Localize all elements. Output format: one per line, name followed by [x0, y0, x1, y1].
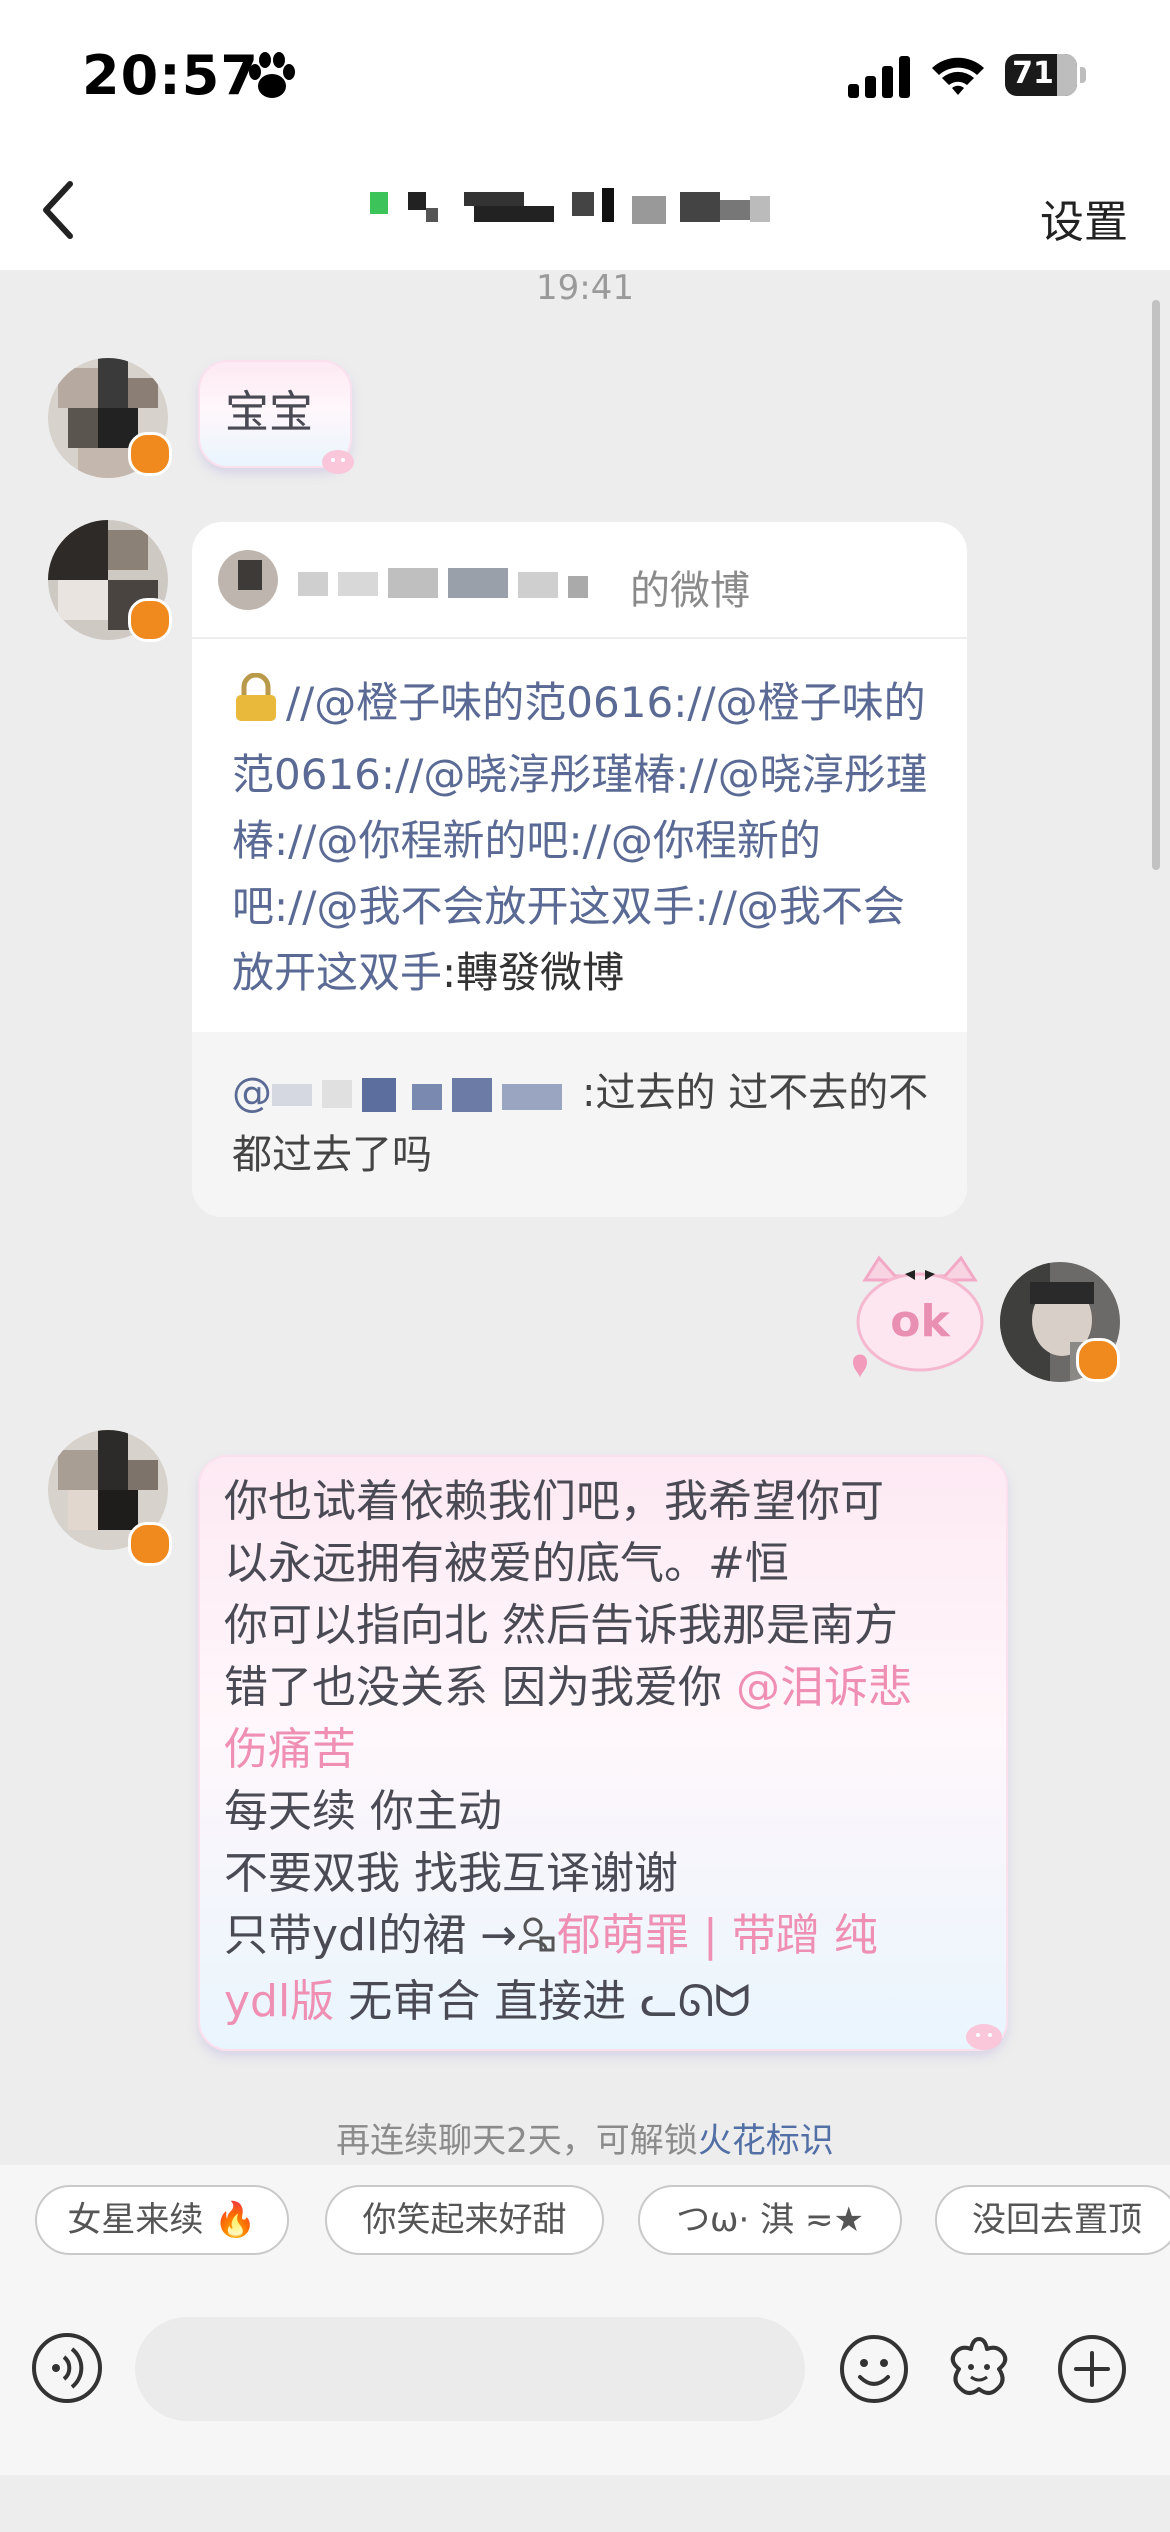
shared-card-footer: @ :过去的 过不去的不都过去了吗 — [192, 1032, 967, 1217]
quick-reply-chip[interactable]: 你笑起来好甜 — [325, 2185, 604, 2255]
message-line: 无审合 直接进 ᓚᘏᗢ — [334, 1976, 751, 2027]
add-icon[interactable] — [1056, 2333, 1128, 2405]
sticker-icon[interactable] — [943, 2333, 1015, 2405]
avatar — [218, 550, 278, 610]
mention-name-censored — [272, 1078, 562, 1112]
sticker-decoration-icon — [322, 450, 354, 474]
shared-card-body: //@橙子味的范0616://@橙子味的范0616://@晓淳彤瑾椿://@晓淳… — [232, 670, 932, 1006]
verified-badge — [128, 598, 172, 642]
message-line: 以永远拥有被爱的底气。#恒 — [224, 1538, 789, 1589]
sticker-decoration-icon — [966, 2024, 1002, 2050]
ok-sticker[interactable]: ok — [845, 1250, 995, 1385]
contact-name-censored — [370, 188, 770, 224]
shared-card-header: 的微博 — [192, 522, 967, 639]
message-line: 不要双我 找我互译谢谢 — [224, 1848, 678, 1899]
shared-weibo-card[interactable]: 的微博 //@橙子味的范0616://@橙子味的范0616://@晓淳彤瑾椿:/… — [192, 522, 967, 1217]
cellular-signal-icon — [848, 56, 910, 98]
quick-reply-chip[interactable]: 没回去置顶 — [935, 2185, 1170, 2255]
voice-icon — [52, 2347, 84, 2389]
streak-hint: 再连续聊天2天，可解锁火花标识 — [0, 2113, 1170, 2162]
group-link-cont[interactable]: ydl版 — [224, 1976, 334, 2027]
mention-link-cont[interactable]: 伤痛苦 — [224, 1719, 994, 1781]
verified-badge — [1076, 1338, 1120, 1382]
author-name-censored — [298, 568, 588, 598]
streak-hint-text: 再连续聊天2天，可解锁 — [336, 2121, 698, 2161]
input-row — [0, 2295, 1170, 2445]
status-time: 20:57 — [82, 44, 259, 107]
verified-badge — [128, 432, 172, 476]
battery-level: 71 — [1012, 56, 1054, 91]
svg-text:ok: ok — [890, 1296, 951, 1347]
message-bubble[interactable]: 你也试着依赖我们吧，我希望你可 以永远拥有被爱的底气。#恒 你可以指向北 然后告… — [198, 1455, 1008, 2051]
message-line: 你可以指向北 然后告诉我那是南方 — [224, 1600, 898, 1651]
status-bar: 20:57 71 — [0, 0, 1170, 150]
message-line: 错了也没关系 因为我爱你 — [224, 1662, 736, 1713]
message-input[interactable] — [135, 2317, 805, 2421]
paw-icon — [249, 52, 295, 98]
group-icon — [517, 1909, 557, 1971]
battery-icon: 71 — [1005, 54, 1087, 98]
scrollbar[interactable] — [1152, 300, 1160, 870]
verified-badge — [128, 1522, 172, 1566]
group-link[interactable]: 郁萌罪 | 带蹭 纯 — [557, 1910, 878, 1961]
back-icon[interactable] — [30, 170, 90, 250]
spark-badge-link[interactable]: 火花标识 — [698, 2121, 834, 2161]
message-text: 你也试着依赖我们吧，我希望你可 以永远拥有被爱的底气。#恒 你可以指向北 然后告… — [224, 1471, 994, 2033]
message-line: 你也试着依赖我们吧，我希望你可 — [224, 1476, 884, 1527]
voice-input-button[interactable] — [32, 2333, 102, 2403]
quick-reply-chip[interactable]: 女星来续 🔥 — [35, 2185, 289, 2255]
quick-reply-chip[interactable]: つω· 淇 ≂★ — [638, 2185, 902, 2255]
shared-card-source: 的微博 — [630, 568, 750, 614]
message-line: 只带ydl的裙 → — [224, 1910, 518, 1961]
lock-icon — [232, 672, 280, 742]
input-panel: 女星来续 🔥 你笑起来好甜 つω· 淇 ≂★ 没回去置顶 — [0, 2165, 1170, 2475]
settings-button[interactable]: 设置 — [1040, 186, 1128, 250]
chat-header: 设置 — [0, 150, 1170, 270]
wifi-icon — [932, 57, 984, 95]
message-timestamp: 19:41 — [536, 268, 634, 308]
footer-mention[interactable]: @ — [232, 1070, 272, 1116]
mention-link[interactable]: @泪诉悲 — [736, 1662, 912, 1713]
message-line: 每天续 你主动 — [224, 1786, 502, 1837]
emoji-icon[interactable] — [838, 2333, 910, 2405]
repost-text: :轉發微博 — [442, 948, 625, 997]
message-text: 宝宝 — [225, 387, 313, 438]
